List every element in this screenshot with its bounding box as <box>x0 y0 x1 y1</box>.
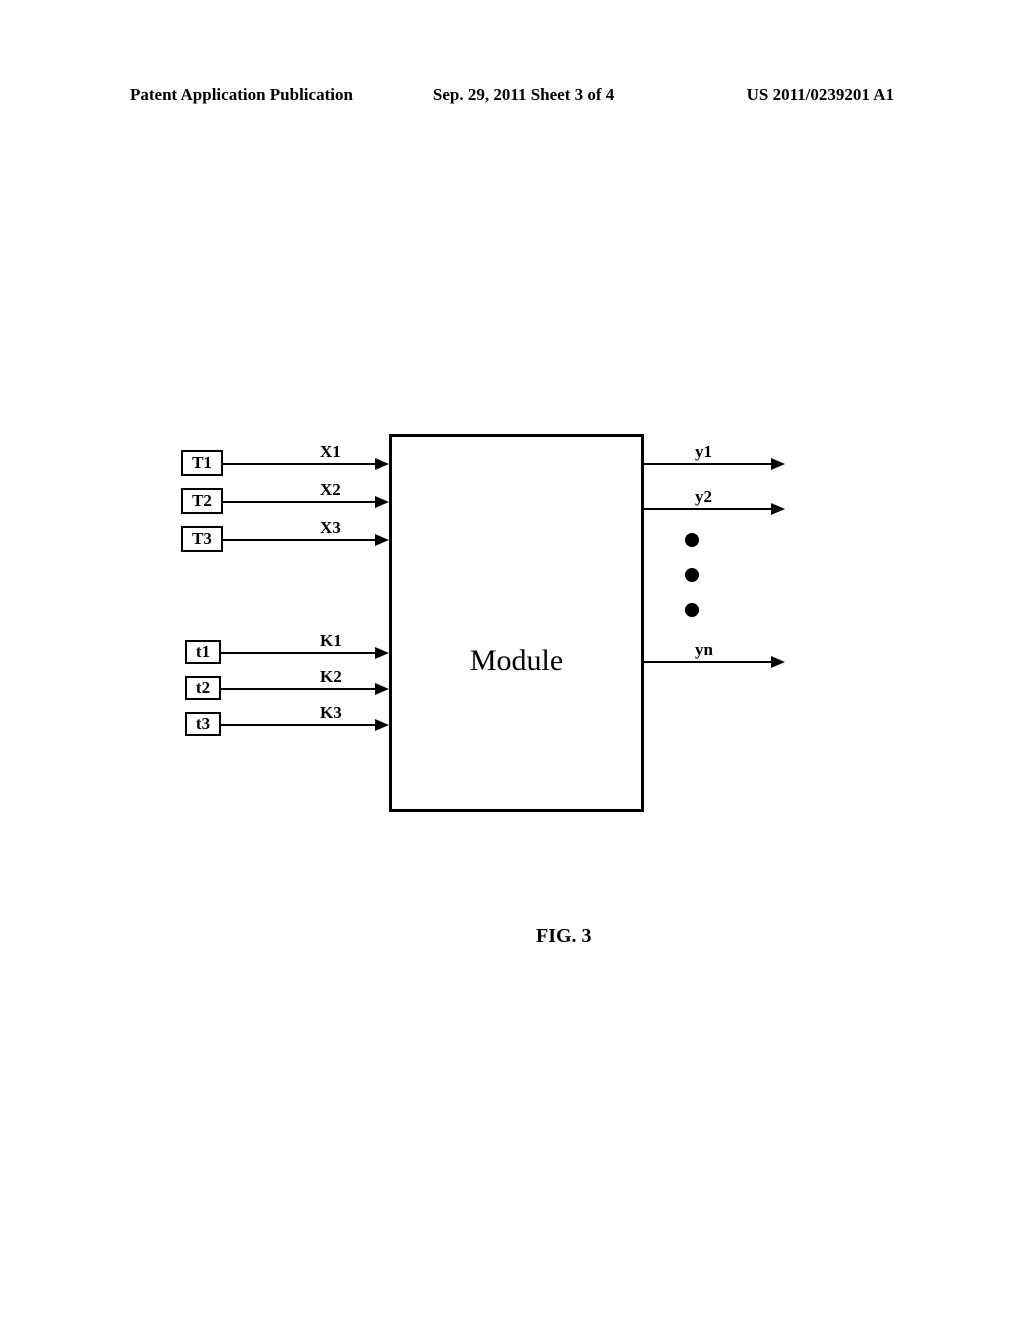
arrow-head-icon <box>771 503 785 515</box>
signal-label-X3: X3 <box>320 518 341 538</box>
input-box-label: t3 <box>196 714 210 734</box>
arrow-line <box>223 539 378 541</box>
input-box-t3: t3 <box>185 712 221 736</box>
arrow-head-icon <box>771 656 785 668</box>
arrow-line <box>221 688 378 690</box>
input-box-label: T3 <box>192 529 212 549</box>
input-box-T2: T2 <box>181 488 223 514</box>
arrow-head-icon <box>375 683 389 695</box>
arrow-head-icon <box>375 647 389 659</box>
signal-label-K1: K1 <box>320 631 342 651</box>
arrow-line <box>223 463 378 465</box>
output-label-y1: y1 <box>695 442 712 462</box>
signal-label-K2: K2 <box>320 667 342 687</box>
figure-caption: FIG. 3 <box>536 925 592 948</box>
output-label-yn: yn <box>695 640 713 660</box>
page-header: Patent Application Publication Sep. 29, … <box>0 85 1024 105</box>
input-box-label: t2 <box>196 678 210 698</box>
arrow-head-icon <box>375 458 389 470</box>
diagram-container: T1 T2 T3 X1 X2 X3 t1 t2 t3 K1 K2 K3 Modu… <box>155 420 855 880</box>
input-box-t1: t1 <box>185 640 221 664</box>
ellipsis-dot-icon <box>685 533 699 547</box>
arrow-head-icon <box>375 719 389 731</box>
input-box-label: t1 <box>196 642 210 662</box>
input-box-T3: T3 <box>181 526 223 552</box>
arrow-head-icon <box>375 496 389 508</box>
input-box-t2: t2 <box>185 676 221 700</box>
signal-label-X1: X1 <box>320 442 341 462</box>
arrow-head-icon <box>375 534 389 546</box>
signal-label-K3: K3 <box>320 703 342 723</box>
arrow-line <box>644 661 774 663</box>
input-box-T1: T1 <box>181 450 223 476</box>
header-center: Sep. 29, 2011 Sheet 3 of 4 <box>433 85 614 105</box>
ellipsis-dot-icon <box>685 568 699 582</box>
arrow-line <box>644 508 774 510</box>
module-box: Module <box>389 434 644 812</box>
arrow-head-icon <box>771 458 785 470</box>
arrow-line <box>221 652 378 654</box>
arrow-line <box>644 463 774 465</box>
arrow-line <box>223 501 378 503</box>
ellipsis-dot-icon <box>685 603 699 617</box>
input-box-label: T2 <box>192 491 212 511</box>
header-left: Patent Application Publication <box>130 85 353 105</box>
arrow-line <box>221 724 378 726</box>
module-label: Module <box>470 644 563 678</box>
output-label-y2: y2 <box>695 487 712 507</box>
input-box-label: T1 <box>192 453 212 473</box>
signal-label-X2: X2 <box>320 480 341 500</box>
header-right: US 2011/0239201 A1 <box>747 85 894 105</box>
